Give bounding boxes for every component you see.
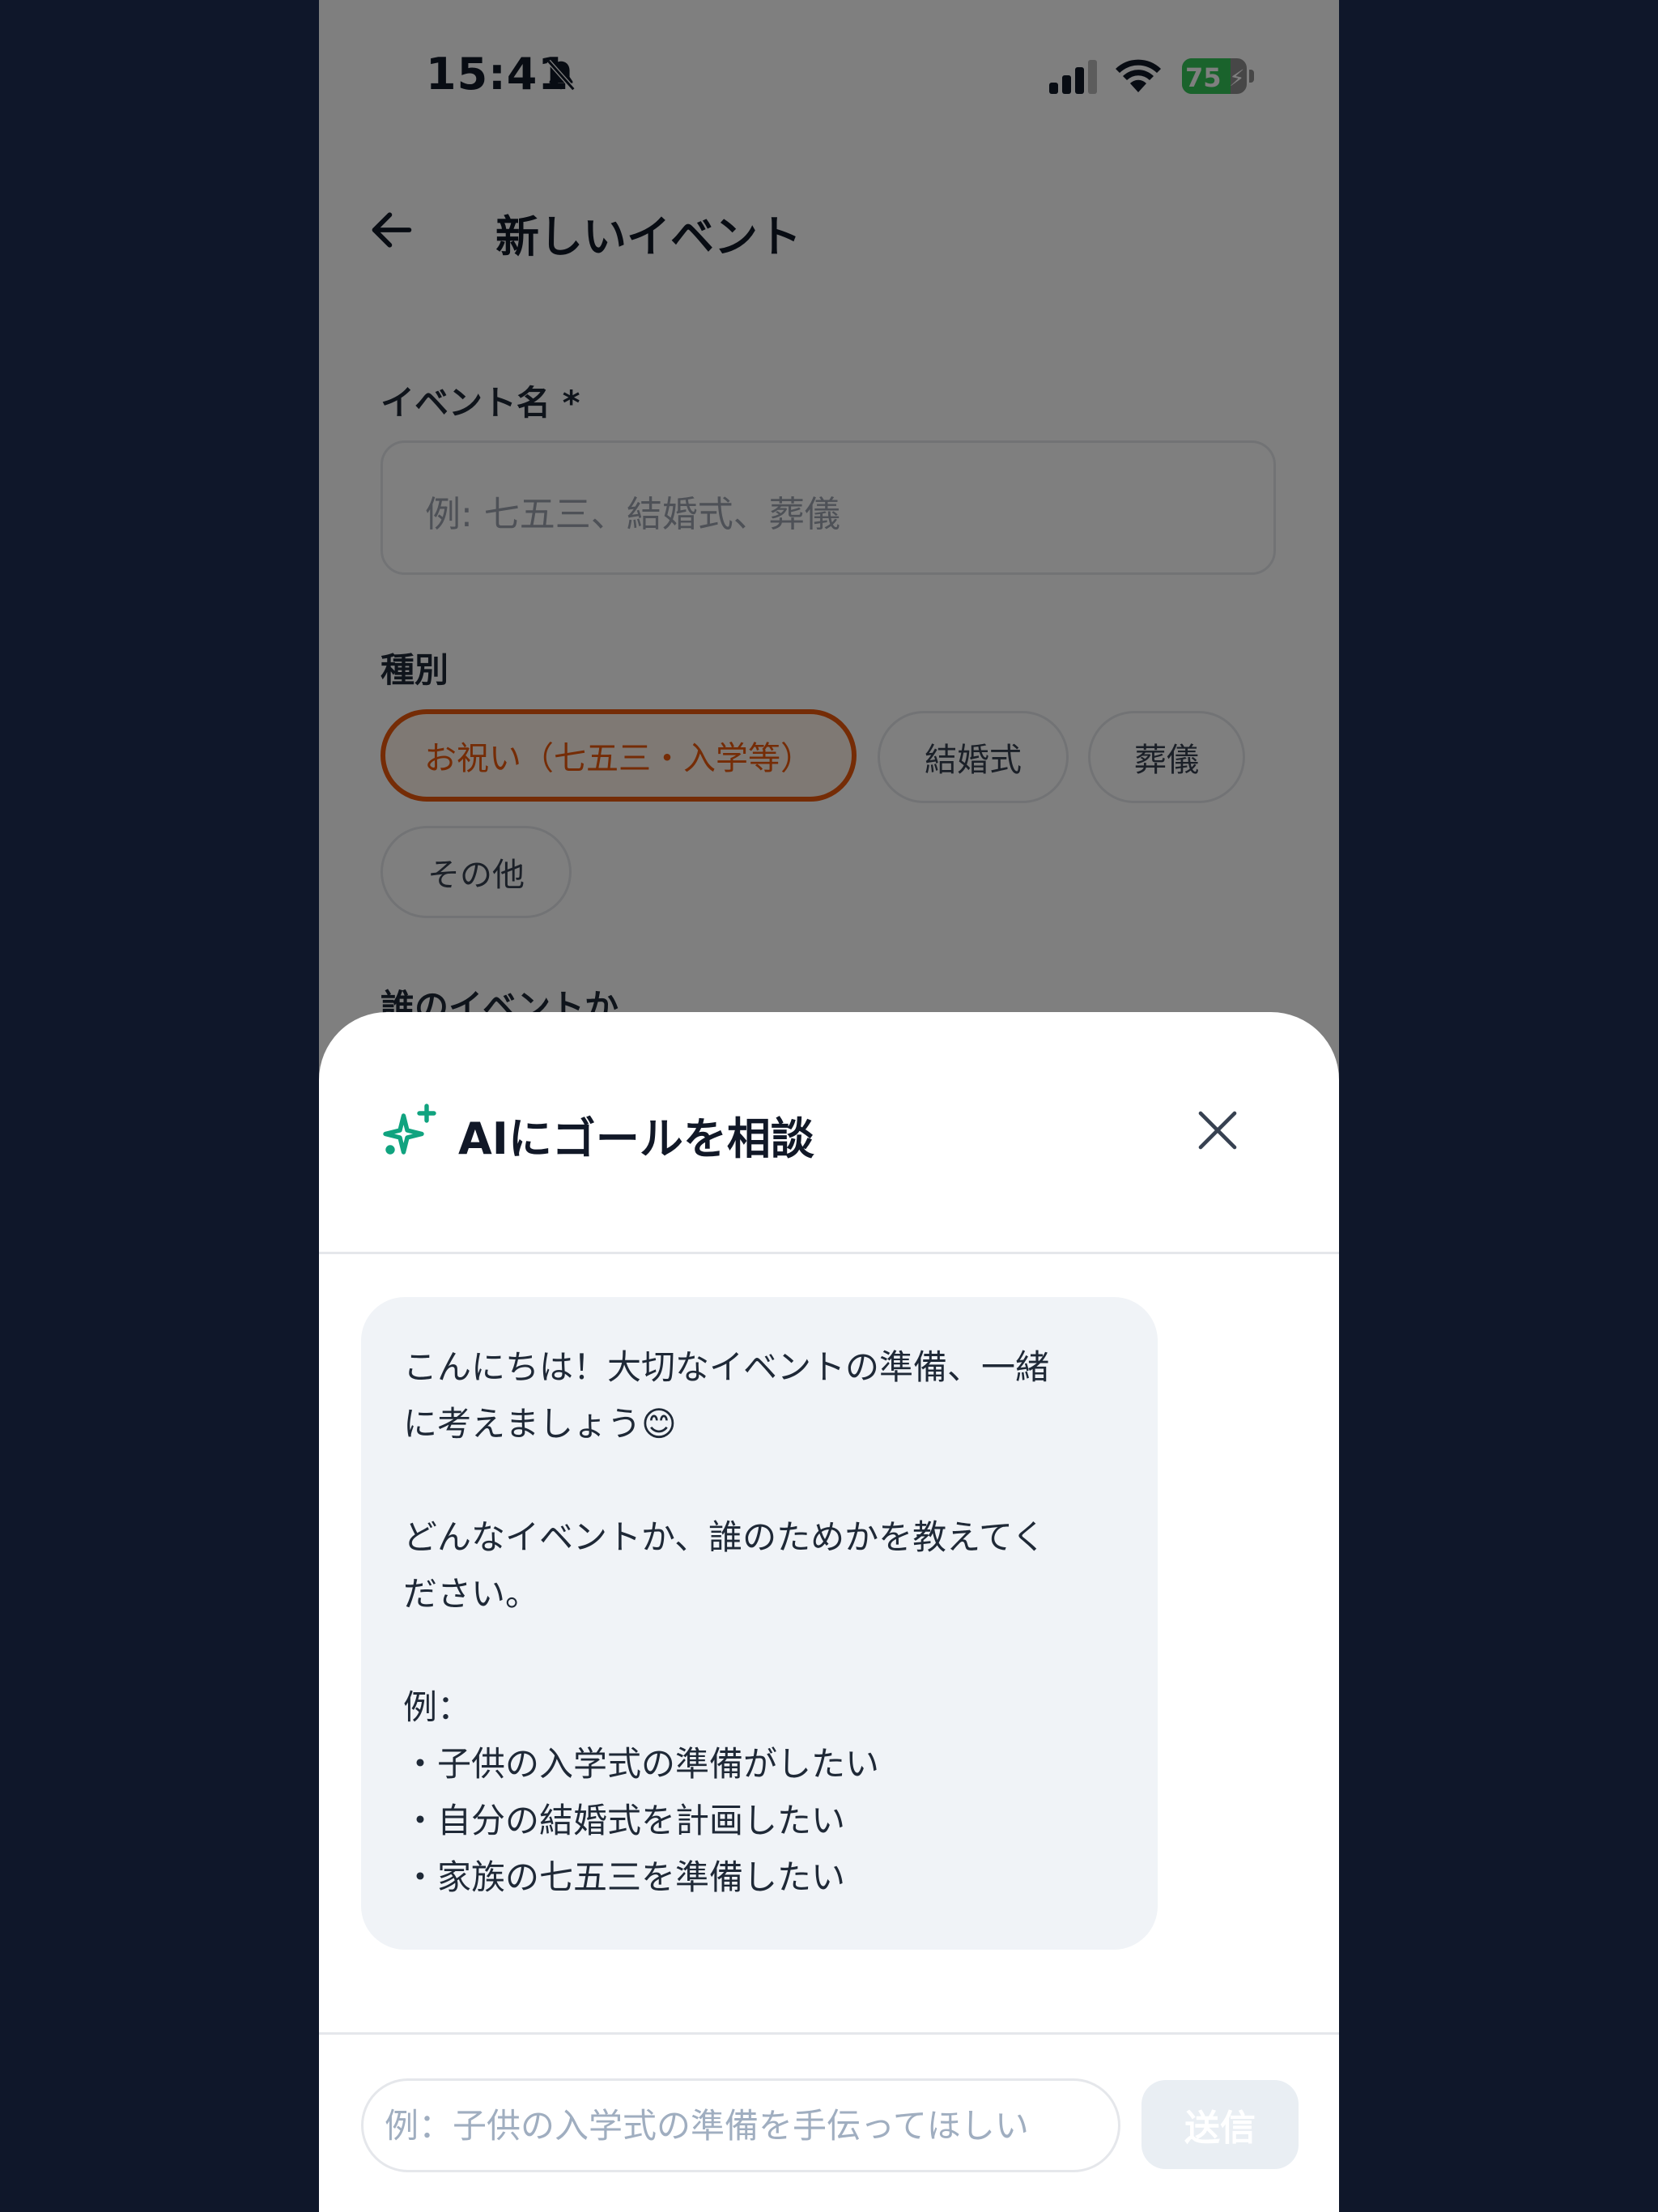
chat-input-bar: 送信 xyxy=(319,2032,1339,2212)
message-line: に考えましょう😊 xyxy=(403,1404,677,1444)
sheet-header: AIにゴールを相談 xyxy=(319,1012,1339,1254)
message-line: ださい。 xyxy=(403,1574,540,1614)
ai-message-bubble: こんにちは！大切なイベントの準備、一緒 に考えましょう😊 どんなイベントか、誰の… xyxy=(361,1297,1158,1950)
message-line: 例： xyxy=(403,1687,472,1727)
message-example: ・自分の結婚式を計画したい xyxy=(403,1801,846,1840)
message-example: ・家族の七五三を準備したい xyxy=(403,1857,846,1897)
sheet-title: AIにゴールを相談 xyxy=(458,1113,814,1164)
close-icon[interactable] xyxy=(1195,1108,1240,1153)
message-line: どんなイベントか、誰のためかを教えてく xyxy=(403,1517,1046,1557)
phone-screen: 15:41 75 ⚡ 新しいイベント xyxy=(319,0,1339,2212)
send-button[interactable]: 送信 xyxy=(1141,2080,1299,2169)
message-line: こんにちは！大切なイベントの準備、一緒 xyxy=(403,1347,1050,1387)
chat-input[interactable] xyxy=(361,2078,1120,2172)
sparkles-icon xyxy=(383,1104,436,1155)
ai-consult-sheet: AIにゴールを相談 こんにちは！大切なイベントの準備、一緒 に考えましょう😊 ど… xyxy=(319,1012,1339,2212)
message-example: ・子供の入学式の準備がしたい xyxy=(403,1744,880,1784)
